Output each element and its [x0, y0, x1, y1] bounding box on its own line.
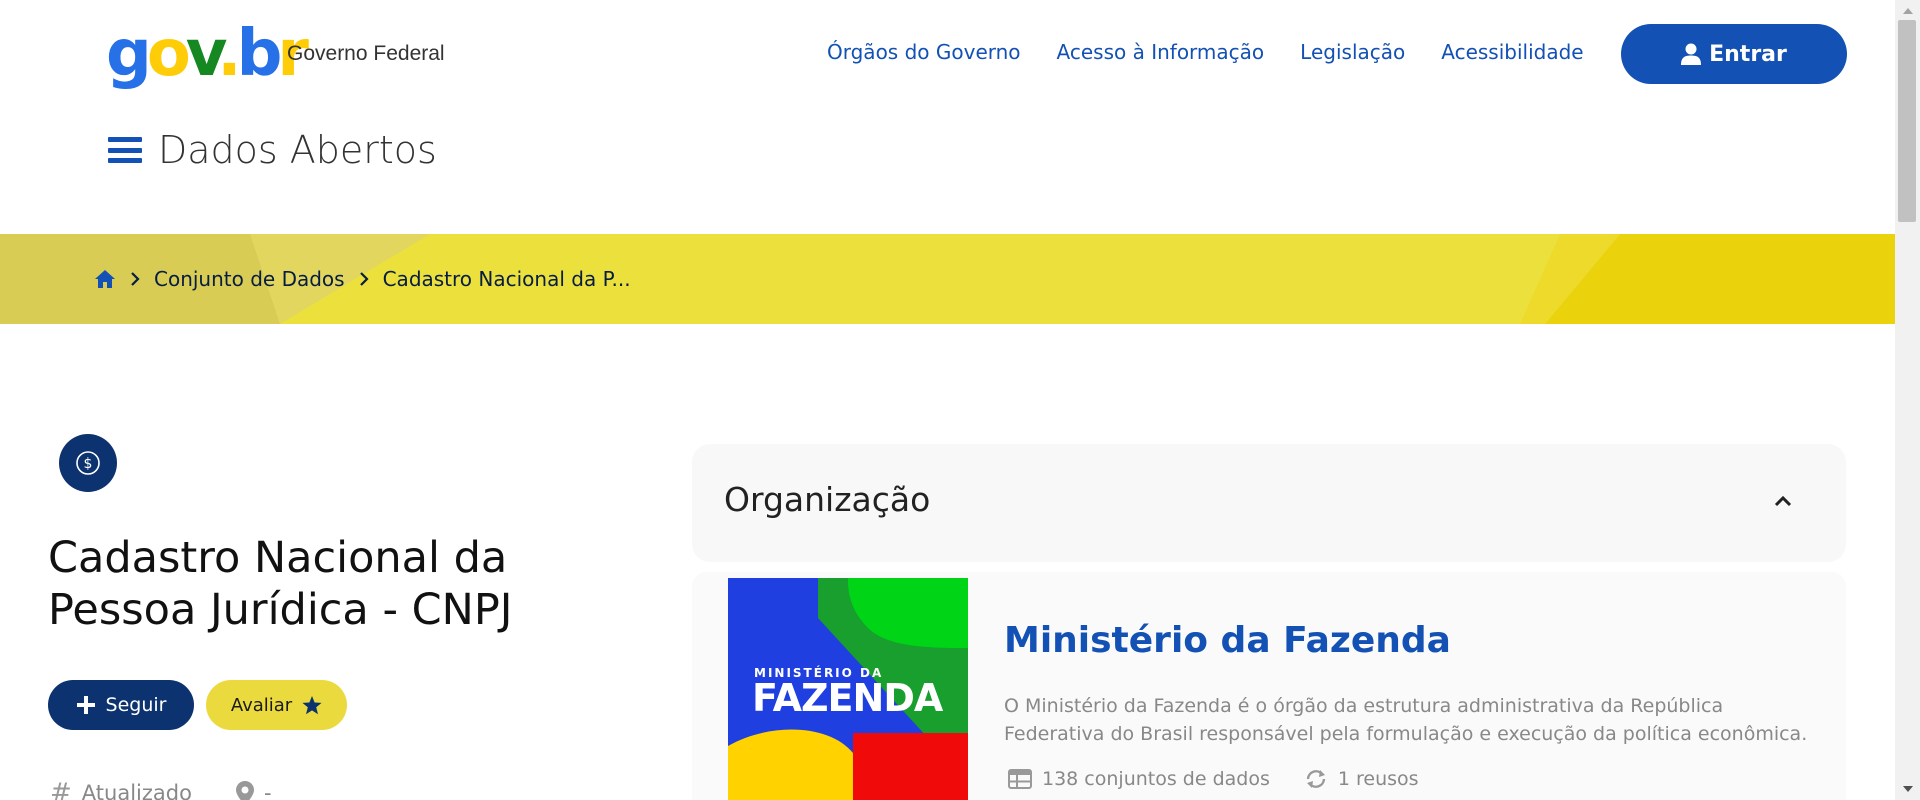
scroll-down-arrow-icon[interactable] — [1903, 786, 1913, 792]
rate-button[interactable]: Avaliar — [206, 680, 347, 730]
top-navigation: Órgãos do Governo Acesso à Informação Le… — [827, 40, 1584, 64]
nav-link-acesso-informacao[interactable]: Acesso à Informação — [1057, 40, 1265, 64]
table-icon — [1008, 769, 1032, 789]
breadcrumb: Conjunto de Dados Cadastro Nacional da P… — [94, 234, 631, 324]
organization-stats: 138 conjuntos de dados 1 reusos — [1008, 768, 1419, 790]
refresh-icon — [1306, 770, 1326, 788]
svg-text:$: $ — [84, 456, 93, 472]
topic-badge[interactable]: $ — [59, 434, 117, 492]
breadcrumb-link-conjunto-dados[interactable]: Conjunto de Dados — [154, 267, 345, 291]
chevron-right-icon — [131, 272, 140, 286]
chevron-right-icon — [359, 272, 369, 286]
nav-link-orgaos[interactable]: Órgãos do Governo — [827, 40, 1021, 64]
site-header: gov.br Governo Federal Órgãos do Governo… — [0, 0, 1895, 234]
organization-section-title: Organização — [724, 480, 931, 519]
hash-icon: # — [50, 778, 72, 800]
breadcrumb-current[interactable]: Cadastro Nacional da P... — [383, 267, 631, 291]
organization-card: MINISTÉRIO DA FAZENDA Ministério da Faze… — [692, 572, 1846, 800]
star-icon — [302, 695, 322, 714]
organization-section-header[interactable]: Organização — [692, 444, 1846, 562]
login-button[interactable]: Entrar — [1621, 24, 1847, 84]
dataset-title: Cadastro Nacional da Pessoa Jurídica - C… — [48, 533, 513, 635]
organization-reuses-count: 1 reusos — [1337, 768, 1419, 790]
login-button-label: Entrar — [1709, 41, 1787, 67]
rate-button-label: Avaliar — [230, 694, 293, 716]
organization-name-link[interactable]: Ministério da Fazenda — [1004, 620, 1451, 661]
organization-description: O Ministério da Fazenda é o órgão da est… — [1004, 695, 1808, 745]
meta-location: - — [263, 781, 272, 800]
follow-button[interactable]: Seguir — [48, 680, 194, 730]
dollar-icon: $ — [76, 451, 100, 475]
govbr-logo[interactable]: gov.br — [106, 17, 309, 91]
nav-link-acessibilidade[interactable]: Acessibilidade — [1441, 40, 1583, 64]
breadcrumb-banner: Conjunto de Dados Cadastro Nacional da P… — [0, 234, 1895, 324]
plus-icon — [76, 696, 95, 714]
meta-updated: Atualizado — [81, 781, 192, 800]
home-icon[interactable] — [94, 269, 116, 289]
organization-logo[interactable]: MINISTÉRIO DA FAZENDA — [728, 578, 968, 800]
chevron-up-icon[interactable] — [1774, 494, 1792, 508]
organization-datasets-count: 138 conjuntos de dados — [1042, 768, 1270, 790]
organization-logo-big-text: FAZENDA — [752, 676, 943, 720]
scroll-up-arrow-icon[interactable] — [1903, 8, 1913, 14]
site-title: Dados Abertos — [158, 128, 437, 172]
nav-link-legislacao[interactable]: Legislação — [1300, 40, 1405, 64]
follow-button-label: Seguir — [105, 694, 167, 716]
page-scrollbar[interactable] — [1895, 0, 1920, 800]
logo-subtitle: Governo Federal — [287, 42, 445, 65]
map-pin-icon — [235, 781, 254, 800]
govbr-logo-wordmark: gov.br — [106, 17, 309, 91]
scrollbar-thumb[interactable] — [1898, 20, 1916, 222]
dataset-meta-row: # Atualizado - — [50, 778, 272, 800]
site-menu-row: Dados Abertos — [108, 128, 437, 172]
user-icon — [1681, 43, 1702, 65]
menu-icon[interactable] — [108, 134, 142, 166]
